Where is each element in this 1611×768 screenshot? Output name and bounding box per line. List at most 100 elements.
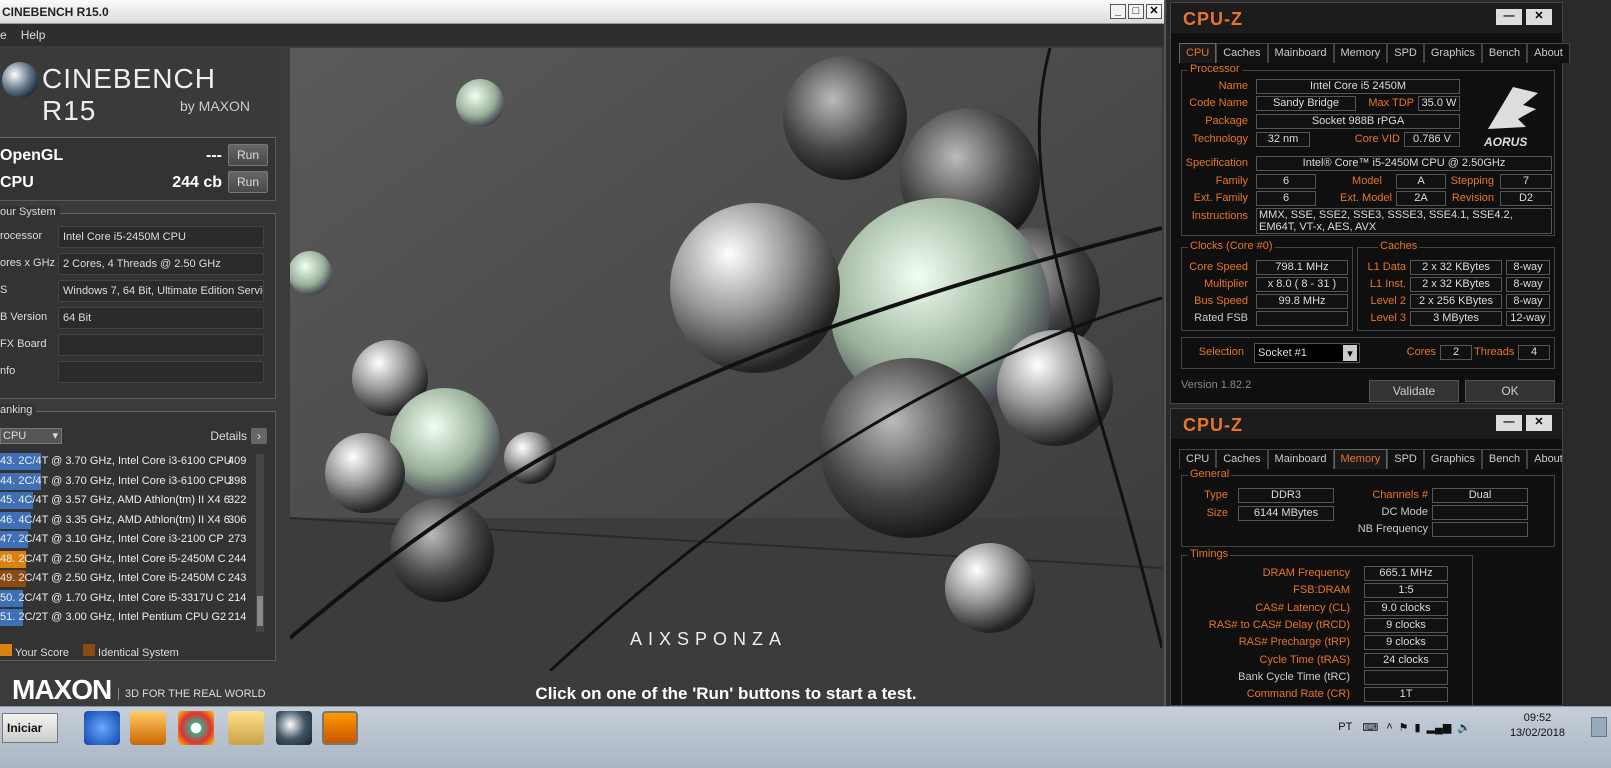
level3-value: 3 MBytes	[1410, 311, 1502, 326]
system-row: S Windows 7, 64 Bit, Ultimate Edition Ser…	[0, 280, 270, 302]
corespeed-value: 798.1 MHz	[1256, 260, 1348, 275]
ranking-select[interactable]: CPU ▾	[0, 428, 62, 444]
ranking-text: 46. 4C/4T @ 3.35 GHz, AMD Athlon(tm) II …	[0, 513, 230, 526]
minimize-button[interactable]: —	[1496, 415, 1522, 431]
folder-icon[interactable]	[228, 711, 264, 745]
system-header: our System	[0, 206, 60, 218]
taskbar: Iniciar PT ⌨ ˄ ⚑ ▮ ▂▄▆ 🔊 09:52 13/02/201…	[0, 706, 1611, 768]
level2-label: Level 2	[1370, 295, 1406, 307]
ranking-row[interactable]: 50. 2C/4T @ 1.70 GHz, Intel Core i5-3317…	[0, 589, 256, 609]
flag-icon[interactable]: ⚑	[1399, 721, 1409, 734]
tab-cpu[interactable]: CPU	[1179, 449, 1217, 469]
tab-bench[interactable]: Bench	[1481, 43, 1528, 63]
threads-value: 4	[1518, 345, 1550, 360]
language-indicator[interactable]: PT	[1338, 721, 1352, 733]
timing-label: Command Rate (CR)	[1246, 688, 1350, 701]
tab-about[interactable]: About	[1527, 449, 1562, 469]
tab-memory[interactable]: Memory	[1333, 43, 1388, 63]
show-desktop-button[interactable]	[1591, 717, 1607, 737]
timing-label: FSB:DRAM	[1293, 584, 1350, 597]
tab-mainboard[interactable]: Mainboard	[1267, 449, 1334, 469]
tab-cpu[interactable]: CPU	[1179, 43, 1217, 63]
timing-value: 9.0 clocks	[1364, 600, 1448, 616]
tab-spd[interactable]: SPD	[1387, 449, 1424, 469]
ranking-legend: Your Score Identical System	[0, 644, 179, 659]
cinebench-sidebar: CINEBENCH R15 by MAXON OpenGL --- Run CP…	[0, 46, 283, 726]
ranking-panel: anking CPU ▾ Details › 43. 2C/4T @ 3.70 GH…	[0, 404, 276, 661]
system-value[interactable]	[58, 334, 264, 356]
tab-caches[interactable]: Caches	[1216, 43, 1268, 63]
level3-ways: 12-way	[1506, 311, 1550, 326]
internet-explorer-icon[interactable]	[84, 711, 120, 745]
cpuz-window-memory: CPU-Z — ✕ CPU Caches Mainboard Memory SPD…	[1170, 408, 1563, 706]
tab-caches[interactable]: Caches	[1216, 449, 1268, 469]
ranking-score: 214	[228, 611, 247, 623]
chevron-right-icon: ›	[251, 428, 267, 444]
run-cpu-button[interactable]: Run	[228, 171, 268, 193]
validate-button[interactable]: Validate	[1369, 380, 1459, 402]
ranking-row[interactable]: 44. 2C/4T @ 3.70 GHz, Intel Core i3-6100…	[0, 472, 256, 492]
cpuz-icon[interactable]	[322, 711, 358, 745]
ranking-row[interactable]: 47. 2C/4T @ 3.10 GHz, Intel Core i3-2100…	[0, 530, 256, 550]
chrome-icon[interactable]	[178, 711, 214, 745]
ranking-header: anking	[0, 404, 37, 416]
details-button[interactable]: Details ›	[210, 428, 267, 444]
battery-icon[interactable]: ▮	[1415, 721, 1421, 734]
timing-value: 9 clocks	[1364, 635, 1448, 651]
tests-panel: OpenGL --- Run CPU 244 cb Run	[0, 137, 276, 201]
close-button[interactable]: ✕	[1146, 4, 1162, 19]
tab-graphics[interactable]: Graphics	[1423, 43, 1482, 63]
tab-spd[interactable]: SPD	[1387, 43, 1424, 63]
ranking-scrollbar[interactable]	[256, 454, 264, 632]
timing-value: 1:5	[1364, 583, 1448, 599]
menu-file[interactable]: e	[0, 24, 7, 46]
scrollbar-thumb[interactable]	[257, 596, 263, 626]
chevron-up-icon[interactable]: ˄	[1386, 721, 1392, 733]
cores-label: Cores	[1406, 346, 1436, 358]
timing-value	[1364, 669, 1448, 685]
tab-memory[interactable]: Memory	[1333, 449, 1388, 469]
menu-help[interactable]: Help	[21, 24, 46, 46]
media-player-icon[interactable]	[130, 711, 166, 745]
group-header: Processor	[1188, 63, 1242, 75]
run-opengl-button[interactable]: Run	[228, 144, 268, 166]
nbfreq-value	[1432, 522, 1528, 537]
tab-graphics[interactable]: Graphics	[1423, 449, 1482, 469]
clock[interactable]: 09:52 13/02/2018	[1510, 711, 1565, 741]
ranking-text: 44. 2C/4T @ 3.70 GHz, Intel Core i3-6100…	[0, 474, 232, 487]
tab-about[interactable]: About	[1527, 43, 1570, 63]
minimize-button[interactable]: —	[1496, 9, 1522, 25]
ranking-row[interactable]: 48. 2C/4T @ 2.50 GHz, Intel Core i5-2450…	[0, 550, 256, 570]
ranking-row[interactable]: 43. 2C/4T @ 3.70 GHz, Intel Core i3-6100…	[0, 452, 256, 472]
ok-button[interactable]: OK	[1465, 380, 1555, 402]
tab-mainboard[interactable]: Mainboard	[1267, 43, 1334, 63]
selection-dropdown[interactable]: Socket #1 ▾	[1254, 343, 1360, 363]
minimize-button[interactable]: _	[1110, 4, 1126, 19]
menu-bar: e Help	[0, 24, 1164, 46]
ranking-row[interactable]: 46. 4C/4T @ 3.35 GHz, AMD Athlon(tm) II …	[0, 511, 256, 531]
cinebench-icon[interactable]	[276, 711, 312, 745]
group-header: Clocks (Core #0)	[1188, 240, 1275, 252]
network-icon[interactable]: ▂▄▆	[1427, 721, 1452, 734]
ranking-row[interactable]: 45. 4C/4T @ 3.57 GHz, AMD Athlon(tm) II …	[0, 491, 256, 511]
close-button[interactable]: ✕	[1526, 9, 1552, 25]
ranking-row[interactable]: 51. 2C/2T @ 3.00 GHz, Intel Pentium CPU …	[0, 608, 256, 628]
system-value[interactable]	[58, 361, 264, 383]
test-value: ---	[206, 147, 222, 164]
volume-icon[interactable]: 🔊	[1457, 721, 1471, 734]
level2-ways: 8-way	[1506, 294, 1550, 309]
tab-bench[interactable]: Bench	[1481, 449, 1528, 469]
maximize-button[interactable]: □	[1128, 4, 1144, 19]
instructions-label: Instructions	[1191, 210, 1248, 222]
timing-value: 1T	[1364, 687, 1448, 703]
timing-label: DRAM Frequency	[1262, 567, 1350, 579]
ranking-row[interactable]: 49. 2C/4T @ 2.50 GHz, Intel Core i5-2450…	[0, 569, 256, 589]
type-label: Type	[1204, 489, 1228, 501]
start-button[interactable]: Iniciar	[2, 713, 58, 743]
timing-label: RAS# to CAS# Delay (tRCD)	[1208, 618, 1350, 631]
keyboard-icon[interactable]: ⌨	[1362, 721, 1378, 734]
clock-time: 09:52	[1523, 712, 1552, 724]
multiplier-label: Multiplier	[1203, 278, 1248, 290]
close-button[interactable]: ✕	[1526, 415, 1552, 431]
timing-value: 665.1 MHz	[1364, 566, 1448, 581]
